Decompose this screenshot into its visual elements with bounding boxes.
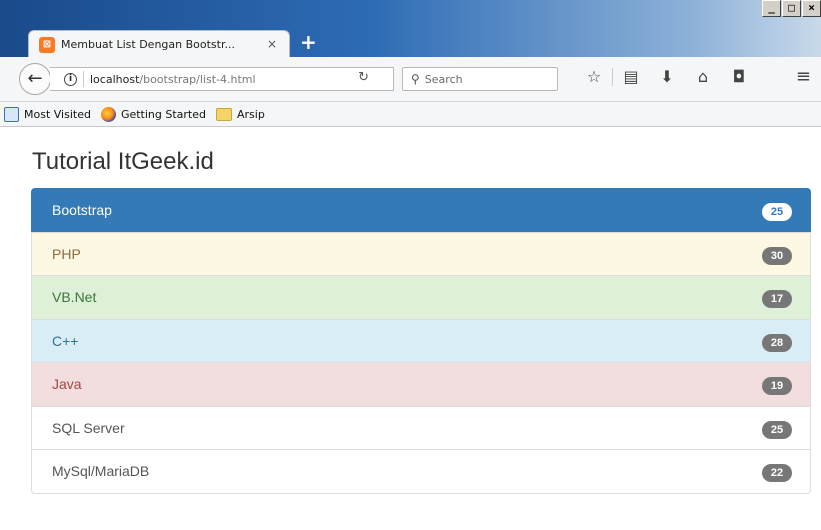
browser-tab[interactable]: ⊠ Membuat List Dengan Bootstr... ×: [28, 30, 290, 58]
list-item-label: C++: [52, 332, 79, 349]
pocket-icon[interactable]: ◘: [721, 67, 757, 86]
list-item-label: Java: [52, 376, 82, 393]
url-text[interactable]: localhost/bootstrap/list-4.html: [90, 73, 256, 86]
list-item[interactable]: C++ 28: [31, 318, 811, 363]
list-item-label: VB.Net: [52, 289, 97, 306]
list-item-label: Bootstrap: [52, 202, 112, 219]
list-item-label: SQL Server: [52, 419, 125, 436]
page-title: Tutorial ItGeek.id: [32, 148, 214, 175]
count-badge: 17: [762, 290, 792, 308]
list-item[interactable]: Java 19: [31, 362, 811, 407]
bookmark-getting-started[interactable]: Getting Started: [100, 106, 206, 122]
list-item[interactable]: PHP 30: [31, 231, 811, 276]
bookmark-most-visited[interactable]: Most Visited: [4, 106, 91, 122]
count-badge: 19: [762, 377, 792, 395]
count-badge: 25: [762, 203, 792, 221]
count-badge: 22: [762, 464, 792, 482]
search-bar[interactable]: ⚲: [402, 67, 558, 91]
list-item[interactable]: SQL Server 25: [31, 405, 811, 450]
url-divider: [83, 71, 84, 87]
back-arrow-icon: ←: [27, 68, 43, 89]
page-content: Tutorial ItGeek.id Bootstrap 25 PHP 30 V…: [0, 127, 821, 530]
url-path: /bootstrap/list-4.html: [139, 72, 256, 86]
window-controls: _ □ ×: [761, 0, 821, 17]
bookmarks-toolbar: Most Visited Getting Started Arsip: [0, 102, 821, 127]
new-tab-button[interactable]: +: [300, 30, 317, 54]
close-window-button[interactable]: ×: [802, 0, 821, 17]
home-icon[interactable]: ⌂: [685, 67, 721, 86]
search-input[interactable]: [424, 72, 545, 86]
list-item-label: PHP: [52, 245, 81, 262]
most-visited-icon: [4, 106, 19, 122]
bookmark-label: Arsip: [237, 107, 265, 121]
download-icon[interactable]: ⬇: [649, 67, 685, 86]
bookmark-label: Getting Started: [120, 107, 206, 121]
search-icon: ⚲: [411, 72, 420, 86]
list-item[interactable]: VB.Net 17: [31, 275, 811, 320]
list-item-label: MySql/MariaDB: [52, 463, 150, 480]
firefox-icon: [100, 106, 116, 122]
url-host: localhost: [90, 72, 140, 86]
info-icon[interactable]: i: [64, 72, 77, 86]
list-group: Bootstrap 25 PHP 30 VB.Net 17 C++ 28 Jav…: [31, 188, 811, 494]
bookmark-label: Most Visited: [24, 107, 91, 121]
count-badge: 30: [762, 246, 792, 265]
address-bar[interactable]: i localhost/bootstrap/list-4.html ↻: [50, 67, 394, 91]
count-badge: 25: [762, 420, 792, 439]
reload-icon[interactable]: ↻: [358, 70, 369, 85]
toolbar-icons: ☆ ▤ ⬇ ⌂ ◘: [576, 67, 757, 86]
folder-icon: [216, 107, 232, 121]
list-item[interactable]: Bootstrap 25: [31, 188, 811, 233]
reading-list-icon[interactable]: ▤: [613, 67, 649, 86]
bookmark-star-icon[interactable]: ☆: [576, 67, 612, 86]
back-button[interactable]: ←: [19, 63, 51, 95]
bookmark-arsip[interactable]: Arsip: [216, 107, 265, 121]
maximize-button[interactable]: □: [782, 0, 801, 17]
xampp-icon: ⊠: [39, 36, 55, 53]
tab-close-icon[interactable]: ×: [267, 37, 277, 51]
list-item[interactable]: MySql/MariaDB 22: [31, 449, 811, 494]
tab-title: Membuat List Dengan Bootstr...: [61, 38, 235, 51]
hamburger-menu-icon[interactable]: ≡: [796, 66, 811, 87]
window-titlebar: _ □ × ⊠ Membuat List Dengan Bootstr... ×…: [0, 0, 821, 58]
minimize-button[interactable]: _: [762, 0, 781, 17]
navigation-toolbar: ← i localhost/bootstrap/list-4.html ↻ ⚲ …: [0, 57, 821, 102]
count-badge: 28: [762, 333, 792, 352]
